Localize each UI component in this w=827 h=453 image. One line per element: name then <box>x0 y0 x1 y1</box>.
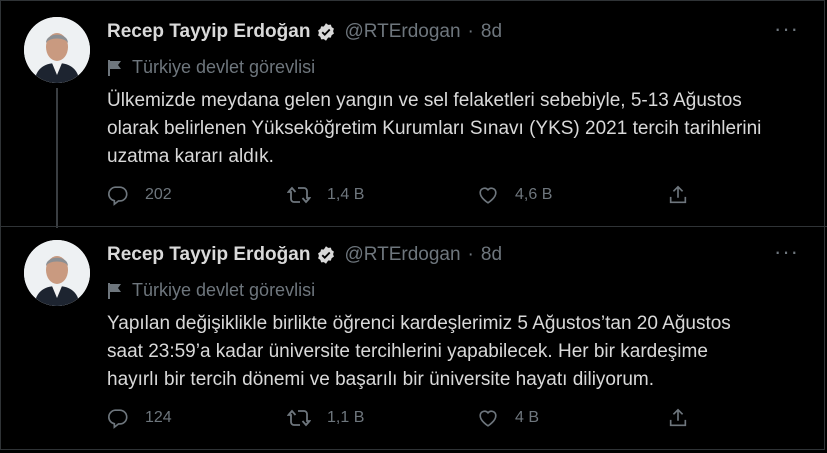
thread-connector <box>56 88 58 228</box>
tweet-text-line: uzatma kararı aldık. <box>107 146 274 167</box>
retweet-count: 1,4 B <box>327 186 365 203</box>
avatar[interactable] <box>24 240 90 306</box>
share-button[interactable] <box>667 184 689 206</box>
reply-button[interactable]: 124 <box>107 407 172 429</box>
tweet-text-line: olarak belirlenen Yükseköğretim Kurumlar… <box>107 118 762 139</box>
share-icon <box>667 407 689 429</box>
tweet-actions: 202 1,4 B 4,6 B <box>107 184 697 208</box>
separator-dot: · <box>467 244 474 265</box>
tweet-header: Recep Tayyip Erdoğan @RTErdogan · 8d <box>107 244 502 266</box>
author-handle[interactable]: @RTErdogan <box>344 21 460 43</box>
share-icon <box>667 184 689 206</box>
label-text: Türkiye devlet görevlisi <box>132 57 316 77</box>
reply-icon <box>107 407 129 429</box>
tweet-text-line: hayırlı bir tercih dönemi ve başarılı bi… <box>107 369 655 390</box>
account-label[interactable]: Türkiye devlet görevlisi <box>107 57 315 78</box>
like-count: 4,6 B <box>515 186 553 203</box>
timestamp[interactable]: 8d <box>481 21 502 43</box>
author-handle[interactable]: @RTErdogan <box>344 244 460 266</box>
avatar[interactable] <box>24 17 90 83</box>
reply-count: 202 <box>145 186 172 203</box>
reply-button[interactable]: 202 <box>107 184 172 206</box>
more-icon[interactable]: ··· <box>774 16 799 42</box>
flag-icon <box>107 282 123 300</box>
like-button[interactable]: 4 B <box>477 407 539 429</box>
tweet-text-line: saat 23:59’a kadar üniversite tercihleri… <box>107 341 708 362</box>
tweet-text: Yapılan değişiklikle birlikte öğrenci ka… <box>107 310 797 394</box>
author-name[interactable]: Recep Tayyip Erdoğan <box>107 21 310 43</box>
like-count: 4 B <box>515 409 540 426</box>
timestamp[interactable]: 8d <box>481 244 502 266</box>
reply-icon <box>107 184 129 206</box>
retweet-icon <box>287 407 311 429</box>
verified-badge-icon <box>316 245 336 265</box>
like-icon <box>477 407 499 429</box>
retweet-icon <box>287 184 311 206</box>
like-icon <box>477 184 499 206</box>
tweet-actions: 124 1,1 B 4 B <box>107 407 697 431</box>
separator-dot: · <box>467 21 474 42</box>
author-name[interactable]: Recep Tayyip Erdoğan <box>107 244 310 266</box>
flag-icon <box>107 59 123 77</box>
like-button[interactable]: 4,6 B <box>477 184 552 206</box>
tweet-header: Recep Tayyip Erdoğan @RTErdogan · 8d <box>107 21 502 43</box>
tweet-text: Ülkemizde meydana gelen yangın ve sel fe… <box>107 87 797 171</box>
tweet[interactable]: Recep Tayyip Erdoğan @RTErdogan · 8d ···… <box>0 226 827 453</box>
share-button[interactable] <box>667 407 689 429</box>
tweet-text-line: Yapılan değişiklikle birlikte öğrenci ka… <box>107 313 731 334</box>
retweet-button[interactable]: 1,4 B <box>287 184 364 206</box>
more-icon[interactable]: ··· <box>774 239 799 265</box>
verified-badge-icon <box>316 22 336 42</box>
reply-count: 124 <box>145 409 172 426</box>
account-label[interactable]: Türkiye devlet görevlisi <box>107 280 315 301</box>
retweet-count: 1,1 B <box>327 409 365 426</box>
tweet-text-line: Ülkemizde meydana gelen yangın ve sel fe… <box>107 90 742 111</box>
retweet-button[interactable]: 1,1 B <box>287 407 364 429</box>
label-text: Türkiye devlet görevlisi <box>132 280 316 300</box>
tweet[interactable]: Recep Tayyip Erdoğan @RTErdogan · 8d ···… <box>0 0 827 228</box>
